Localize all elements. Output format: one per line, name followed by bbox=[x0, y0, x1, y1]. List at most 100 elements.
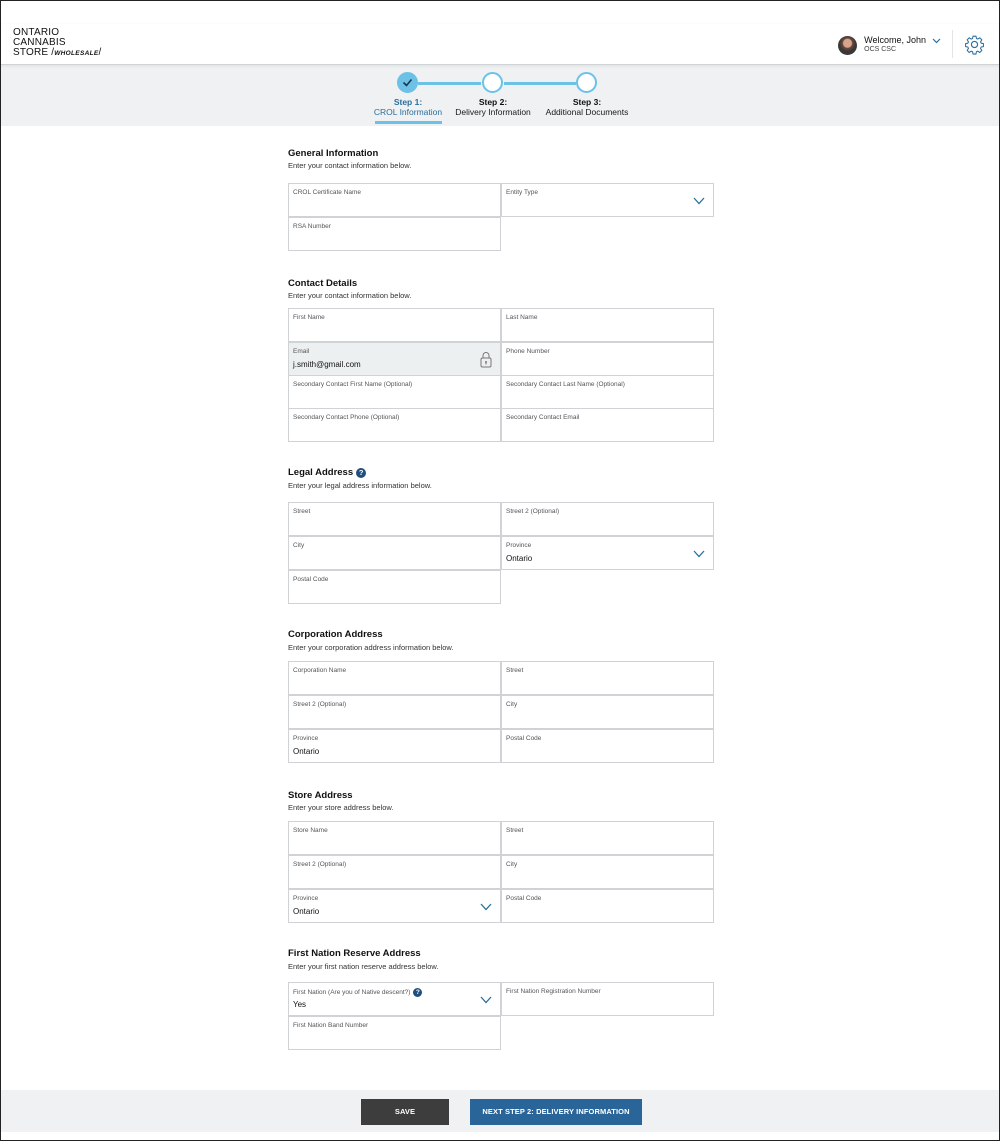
chevron-down-icon[interactable] bbox=[693, 197, 705, 205]
field-label: Secondary Contact Last Name (Optional) bbox=[506, 381, 625, 388]
rsa-number-field[interactable]: RSA Number bbox=[288, 217, 501, 251]
field-label: Province bbox=[293, 735, 319, 742]
field-label: Street bbox=[506, 827, 524, 834]
field-label: Email bbox=[293, 348, 310, 355]
field-label: City bbox=[506, 861, 518, 868]
field-label: First Nation Band Number bbox=[293, 1022, 369, 1029]
chevron-down-icon[interactable] bbox=[932, 38, 941, 44]
field-label: Street bbox=[506, 667, 524, 674]
secondary-last-name-field[interactable]: Secondary Contact Last Name (Optional) bbox=[501, 375, 714, 409]
legal-street-field[interactable]: Street bbox=[288, 502, 501, 536]
lock-icon bbox=[480, 352, 492, 368]
field-label: First Nation (Are you of Native descent?… bbox=[293, 989, 411, 996]
field-label: City bbox=[293, 542, 305, 549]
legal-street2-field[interactable]: Street 2 (Optional) bbox=[501, 502, 714, 536]
store-postal-code-field[interactable]: Postal Code bbox=[501, 889, 714, 923]
contact-details-subtitle: Enter your contact information below. bbox=[288, 291, 412, 300]
step-3-indicator[interactable] bbox=[576, 72, 597, 93]
field-value: Yes bbox=[293, 1000, 307, 1009]
user-menu[interactable]: Welcome, John OCS CSC bbox=[838, 34, 941, 56]
corporation-street2-field[interactable]: Street 2 (Optional) bbox=[288, 695, 501, 729]
corporation-address-title: Corporation Address bbox=[288, 629, 383, 640]
corporation-city-field[interactable]: City bbox=[501, 695, 714, 729]
first-name-field[interactable]: First Name bbox=[288, 308, 501, 342]
step-1-indicator[interactable] bbox=[397, 72, 418, 93]
corporation-province-field[interactable]: Province Ontario bbox=[288, 729, 501, 763]
first-nation-native-select[interactable]: First Nation (Are you of Native descent?… bbox=[288, 982, 501, 1016]
field-label: First Nation Registration Number bbox=[506, 988, 601, 995]
chevron-down-icon[interactable] bbox=[693, 550, 705, 558]
field-label-row: First Nation (Are you of Native descent?… bbox=[293, 988, 423, 997]
field-value: Ontario bbox=[506, 554, 533, 563]
step-connector-2 bbox=[504, 82, 576, 85]
next-step-button[interactable]: NEXT STEP 2: DELIVERY INFORMATION bbox=[470, 1099, 642, 1125]
legal-address-title: Legal Address bbox=[288, 467, 354, 478]
secondary-email-field[interactable]: Secondary Contact Email bbox=[501, 408, 714, 442]
contact-details-title: Contact Details bbox=[288, 278, 358, 289]
store-address-subtitle: Enter your store address below. bbox=[288, 803, 394, 812]
general-info-title: General Information bbox=[288, 148, 379, 159]
store-street2-field[interactable]: Street 2 (Optional) bbox=[288, 855, 501, 889]
header-divider bbox=[952, 30, 953, 58]
last-name-field[interactable]: Last Name bbox=[501, 308, 714, 342]
field-label: Corporation Name bbox=[293, 667, 347, 674]
step-connector-1 bbox=[418, 82, 481, 85]
email-field: Email j.smith@gmail.com bbox=[288, 342, 501, 376]
legal-address-title-row: Legal Address ? bbox=[288, 467, 367, 478]
corporation-postal-code-field[interactable]: Postal Code bbox=[501, 729, 714, 763]
legal-address-subtitle: Enter your legal address information bel… bbox=[288, 481, 432, 490]
field-label: Street 2 (Optional) bbox=[506, 508, 560, 515]
field-label: Phone Number bbox=[506, 348, 550, 355]
field-label: Entity Type bbox=[506, 189, 539, 196]
save-button[interactable]: SAVE bbox=[361, 1099, 449, 1125]
field-label: First Name bbox=[293, 314, 325, 321]
step-3-label[interactable]: Step 3: Additional Documents bbox=[527, 97, 647, 117]
secondary-phone-field[interactable]: Secondary Contact Phone (Optional) bbox=[288, 408, 501, 442]
chevron-down-icon[interactable] bbox=[480, 903, 492, 911]
field-value: j.smith@gmail.com bbox=[293, 360, 361, 369]
field-label: Province bbox=[293, 895, 319, 902]
crol-certificate-name-field[interactable]: CROL Certificate Name bbox=[288, 183, 501, 217]
first-nation-registration-field[interactable]: First Nation Registration Number bbox=[501, 982, 714, 1016]
legal-province-select[interactable]: Province Ontario bbox=[501, 536, 714, 570]
store-city-field[interactable]: City bbox=[501, 855, 714, 889]
field-label: Last Name bbox=[506, 314, 538, 321]
field-label: Street 2 (Optional) bbox=[293, 861, 347, 868]
corporation-street-field[interactable]: Street bbox=[501, 661, 714, 695]
chevron-down-icon[interactable] bbox=[480, 996, 492, 1004]
step-3-title: Step 3: bbox=[572, 97, 602, 107]
logo-line-3: STORE bbox=[13, 47, 49, 58]
logo-wholesale: WHOLESALE bbox=[54, 50, 99, 57]
field-label: Secondary Contact First Name (Optional) bbox=[293, 381, 413, 388]
field-value: Ontario bbox=[293, 907, 320, 916]
secondary-first-name-field[interactable]: Secondary Contact First Name (Optional) bbox=[288, 375, 501, 409]
gear-icon[interactable] bbox=[964, 34, 985, 55]
corporation-name-field[interactable]: Corporation Name bbox=[288, 661, 501, 695]
legal-city-field[interactable]: City bbox=[288, 536, 501, 570]
field-label: City bbox=[506, 701, 518, 708]
store-name-field[interactable]: Store Name bbox=[288, 821, 501, 855]
entity-type-select[interactable]: Entity Type bbox=[501, 183, 714, 217]
field-label: Secondary Contact Email bbox=[506, 414, 580, 421]
first-nation-title: First Nation Reserve Address bbox=[288, 948, 421, 959]
field-label: Postal Code bbox=[293, 576, 329, 583]
step-1-name: CROL Information bbox=[373, 107, 443, 117]
step-2-indicator[interactable] bbox=[482, 72, 503, 93]
phone-number-field[interactable]: Phone Number bbox=[501, 342, 714, 376]
store-province-select[interactable]: Province Ontario bbox=[288, 889, 501, 923]
legal-postal-code-field[interactable]: Postal Code bbox=[288, 570, 501, 604]
user-org: OCS CSC bbox=[864, 46, 897, 53]
help-icon[interactable]: ? bbox=[413, 988, 423, 997]
user-avatar[interactable] bbox=[838, 35, 858, 55]
field-label: Province bbox=[506, 542, 532, 549]
first-nation-subtitle: Enter your first nation reserve address … bbox=[288, 962, 439, 971]
field-value: Ontario bbox=[293, 747, 320, 756]
first-nation-band-field[interactable]: First Nation Band Number bbox=[288, 1016, 501, 1050]
checkmark-icon bbox=[402, 78, 413, 87]
ocs-wholesale-logo[interactable]: ONTARIO CANNABIS STORE /WHOLESALE/ bbox=[13, 28, 101, 59]
field-label: Secondary Contact Phone (Optional) bbox=[293, 414, 400, 421]
store-address-title: Store Address bbox=[288, 790, 353, 801]
active-step-underline bbox=[375, 121, 442, 124]
store-street-field[interactable]: Street bbox=[501, 821, 714, 855]
help-icon[interactable]: ? bbox=[356, 467, 367, 478]
